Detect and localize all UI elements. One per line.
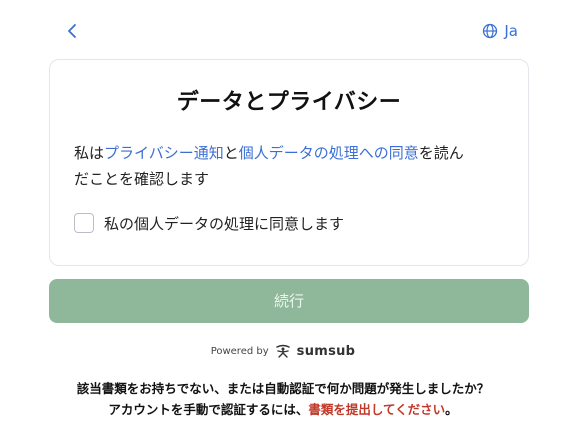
consent-middle: と bbox=[223, 144, 239, 162]
footer-line2-prefix: アカウントを手動で認証するには、 bbox=[108, 402, 309, 417]
sumsub-logo-icon bbox=[275, 344, 290, 358]
language-selector[interactable]: Ja bbox=[482, 20, 518, 42]
consent-checkbox[interactable] bbox=[74, 213, 94, 233]
consent-card: データとプライバシー 私はプライバシー通知と個人データの処理への同意を読ん だこ… bbox=[49, 59, 529, 266]
consent-checkbox-row[interactable]: 私の個人データの処理に同意します bbox=[74, 212, 344, 234]
language-label: Ja bbox=[504, 22, 518, 40]
globe-icon bbox=[483, 23, 498, 39]
consent-suffix-line2: だことを確認します bbox=[74, 170, 210, 188]
consent-checkbox-label[interactable]: 私の個人データの処理に同意します bbox=[104, 213, 344, 234]
top-bar: Ja bbox=[0, 0, 566, 60]
consent-suffix-line1: を読ん bbox=[418, 144, 464, 162]
back-button[interactable] bbox=[62, 21, 82, 41]
submit-documents-link[interactable]: 書類を提出してください bbox=[308, 402, 445, 417]
footer-line1: 該当書類をお持ちでない、または自動認証で何か問題が発生しましたか？ bbox=[76, 381, 490, 396]
powered-by-text: Powered by bbox=[210, 345, 269, 357]
data-processing-consent-link[interactable]: 個人データの処理への同意 bbox=[239, 144, 419, 162]
page-title: データとプライバシー bbox=[176, 90, 402, 115]
chevron-left-icon bbox=[68, 24, 76, 38]
data-privacy-page: Ja データとプライバシー 私はプライバシー通知と個人データの処理への同意を読ん… bbox=[0, 0, 566, 435]
continue-button[interactable]: 続行 bbox=[49, 279, 529, 323]
privacy-notice-link[interactable]: プライバシー通知 bbox=[104, 144, 224, 162]
consent-statement: 私はプライバシー通知と個人データの処理への同意を読ん だことを確認します bbox=[74, 140, 504, 192]
footer-line2: アカウントを手動で認証するには、書類を提出してください。 bbox=[0, 399, 566, 420]
footer-line2-suffix: 。 bbox=[445, 402, 458, 417]
brand-name: sumsub bbox=[296, 343, 356, 359]
powered-by: Powered by sumsub bbox=[0, 342, 566, 360]
footer-help-text: 該当書類をお持ちでない、または自動認証で何か問題が発生しましたか？ アカウントを… bbox=[0, 378, 566, 420]
consent-prefix: 私は bbox=[74, 144, 105, 162]
